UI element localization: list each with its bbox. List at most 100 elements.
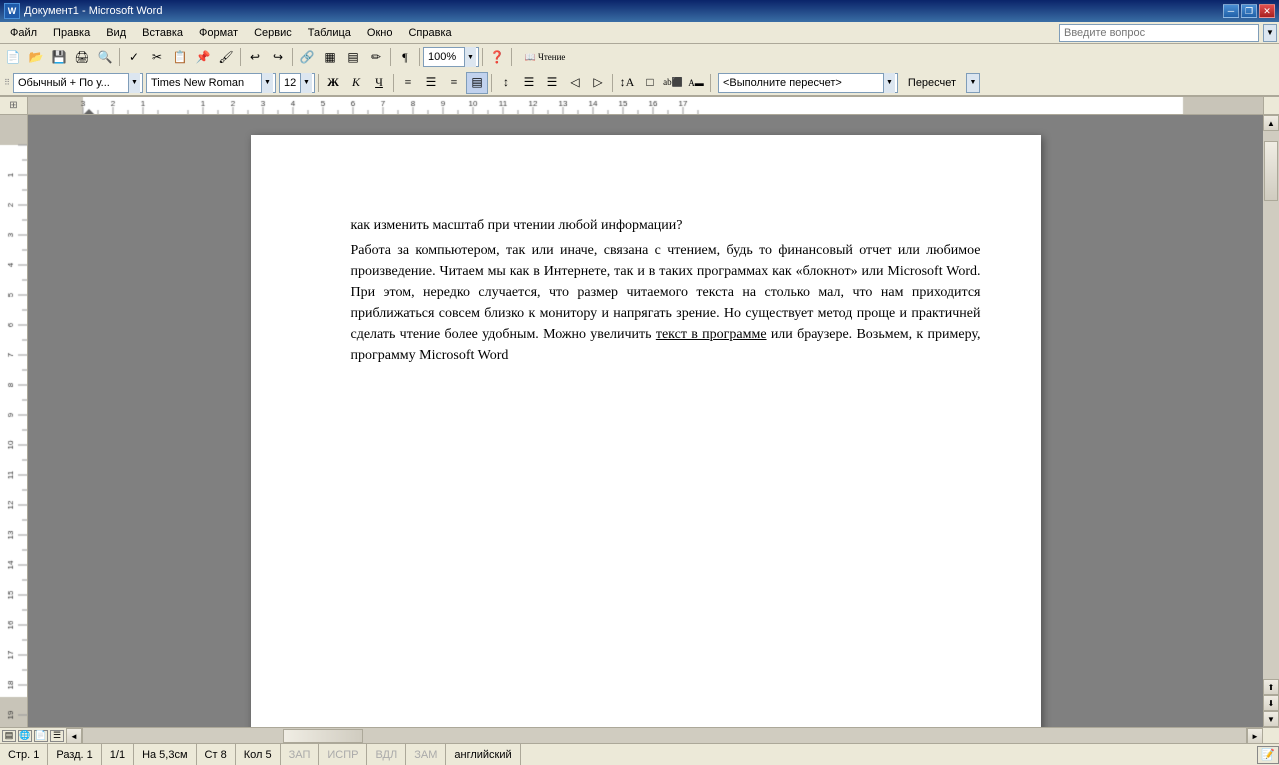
recalculate-button[interactable]: Пересчет [902, 72, 962, 94]
document-body[interactable]: Работа за компьютером, так или иначе, св… [351, 240, 981, 366]
status-position: На 5,3см [134, 744, 196, 765]
bold-button[interactable]: Ж [322, 72, 344, 94]
new-button[interactable]: 📄 [2, 46, 24, 68]
help-button[interactable]: ❓ [486, 46, 508, 68]
spell-check-button[interactable]: ✓ [123, 46, 145, 68]
scroll-prev-page-button[interactable]: ⬆ [1263, 679, 1279, 695]
fmt-sep-2 [393, 74, 394, 92]
align-left-button[interactable]: ≡ [397, 72, 419, 94]
print-button[interactable]: 🖨 [71, 46, 93, 68]
columns-button[interactable]: ▤ [342, 46, 364, 68]
cut-button[interactable]: ✂ [146, 46, 168, 68]
scroll-up-button[interactable]: ▲ [1263, 115, 1279, 131]
separator-3 [292, 48, 293, 66]
menu-table[interactable]: Таблица [300, 22, 359, 43]
save-button[interactable]: 💾 [48, 46, 70, 68]
menu-search-area: ▼ [1059, 24, 1277, 42]
zoom-dropdown[interactable]: 100% ▼ [423, 47, 479, 67]
open-button[interactable]: 📂 [25, 46, 47, 68]
print-view-button[interactable]: 📄 [34, 730, 48, 742]
show-formatting-button[interactable]: ¶ [394, 46, 416, 68]
zoom-value: 100% [426, 51, 464, 63]
decrease-indent-button[interactable]: ◁ [564, 72, 586, 94]
font-value: Times New Roman [149, 77, 261, 89]
line-spacing-button[interactable]: ↕ [495, 72, 517, 94]
recalculate-arrow[interactable]: ▼ [966, 73, 980, 93]
menu-window[interactable]: Окно [359, 22, 401, 43]
menu-help[interactable]: Справка [400, 22, 459, 43]
menu-view[interactable]: Вид [98, 22, 134, 43]
calculate-bar: <Выполните пересчет> ▼ Пересчет ▼ [718, 72, 980, 94]
document-area[interactable]: как изменить масштаб при чтении любой ин… [28, 115, 1263, 727]
undo-button[interactable]: ↩ [244, 46, 266, 68]
close-button[interactable]: ✕ [1259, 4, 1275, 18]
main-area: как изменить масштаб при чтении любой ин… [0, 115, 1279, 727]
hscroll-track[interactable] [82, 728, 1247, 743]
scroll-left-button[interactable]: ◄ [66, 728, 82, 743]
document-heading[interactable]: как изменить масштаб при чтении любой ин… [351, 215, 981, 236]
restore-button[interactable]: ❐ [1241, 4, 1257, 18]
page-content[interactable]: как изменить масштаб при чтении любой ин… [351, 215, 981, 366]
outline-view-button[interactable]: ☰ [50, 730, 64, 742]
font-color-button[interactable]: A▬ [685, 72, 707, 94]
calculate-dropdown[interactable]: <Выполните пересчет> ▼ [718, 73, 898, 93]
scroll-track[interactable] [1263, 131, 1279, 679]
help-search-input[interactable] [1059, 24, 1259, 42]
menu-file[interactable]: Файл [2, 22, 45, 43]
redo-button[interactable]: ↪ [267, 46, 289, 68]
highlight-button[interactable]: ab⬛ [662, 72, 684, 94]
underline-button[interactable]: Ч [368, 72, 390, 94]
italic-button[interactable]: К [345, 72, 367, 94]
size-dropdown[interactable]: 12 ▼ [279, 73, 315, 93]
separator-1 [119, 48, 120, 66]
format-painter-button[interactable]: 🖌 [215, 46, 237, 68]
copy-button[interactable]: 📋 [169, 46, 191, 68]
vertical-scrollbar[interactable]: ▲ ⬆ ⬇ ▼ [1263, 115, 1279, 727]
window-controls: ─ ❐ ✕ [1223, 4, 1275, 18]
hyperlink-button[interactable]: 🔗 [296, 46, 318, 68]
font-dropdown[interactable]: Times New Roman ▼ [146, 73, 276, 93]
web-view-button[interactable]: 🌐 [18, 730, 32, 742]
zoom-dropdown-arrow[interactable]: ▼ [464, 47, 476, 67]
fmt-sep-5 [710, 74, 711, 92]
minimize-button[interactable]: ─ [1223, 4, 1239, 18]
menu-tools[interactable]: Сервис [246, 22, 300, 43]
numbering-button[interactable]: ☰ [541, 72, 563, 94]
style-dropdown-arrow[interactable]: ▼ [128, 73, 140, 93]
align-justify-button[interactable]: ▤ [466, 72, 488, 94]
increase-indent-button[interactable]: ▷ [587, 72, 609, 94]
align-center-button[interactable]: ☰ [420, 72, 442, 94]
table-button[interactable]: ▦ [319, 46, 341, 68]
scroll-thumb[interactable] [1264, 141, 1278, 201]
calculate-dropdown-arrow[interactable]: ▼ [883, 73, 895, 93]
menu-edit[interactable]: Правка [45, 22, 98, 43]
style-dropdown[interactable]: Обычный + По у... ▼ [13, 73, 143, 93]
search-dropdown-arrow[interactable]: ▼ [1263, 24, 1277, 42]
separator-5 [419, 48, 420, 66]
align-right-button[interactable]: ≡ [443, 72, 465, 94]
normal-view-button[interactable]: ▤ [2, 730, 16, 742]
scroll-right-button[interactable]: ► [1247, 728, 1263, 743]
menu-format[interactable]: Формат [191, 22, 246, 43]
spelling-icon[interactable]: 📝 [1257, 746, 1279, 764]
drawing-button[interactable]: ✏ [365, 46, 387, 68]
print-preview-button[interactable]: 🔍 [94, 46, 116, 68]
hscroll-thumb[interactable] [283, 729, 363, 743]
font-dropdown-arrow[interactable]: ▼ [261, 73, 273, 93]
menu-bar: Файл Правка Вид Вставка Формат Сервис Та… [0, 22, 1279, 44]
bullets-button[interactable]: ☰ [518, 72, 540, 94]
border-button[interactable]: □ [639, 72, 661, 94]
horizontal-scrollbar-row: ▤ 🌐 📄 ☰ ◄ ► [0, 727, 1279, 743]
paste-button[interactable]: 📌 [192, 46, 214, 68]
reading-mode-button[interactable]: 📖 Чтение [515, 46, 575, 68]
sort-button[interactable]: ↕A [616, 72, 638, 94]
status-bar: Стр. 1 Разд. 1 1/1 На 5,3см Ст 8 Кол 5 З… [0, 743, 1279, 765]
size-dropdown-arrow[interactable]: ▼ [300, 73, 312, 93]
status-rec: ЗАП [281, 744, 320, 765]
scroll-down-button[interactable]: ▼ [1263, 711, 1279, 727]
ruler-corner: ⊞ [0, 97, 28, 115]
horizontal-ruler-canvas [28, 97, 1263, 115]
scroll-next-page-button[interactable]: ⬇ [1263, 695, 1279, 711]
app-icon: W [4, 3, 20, 19]
menu-insert[interactable]: Вставка [134, 22, 191, 43]
